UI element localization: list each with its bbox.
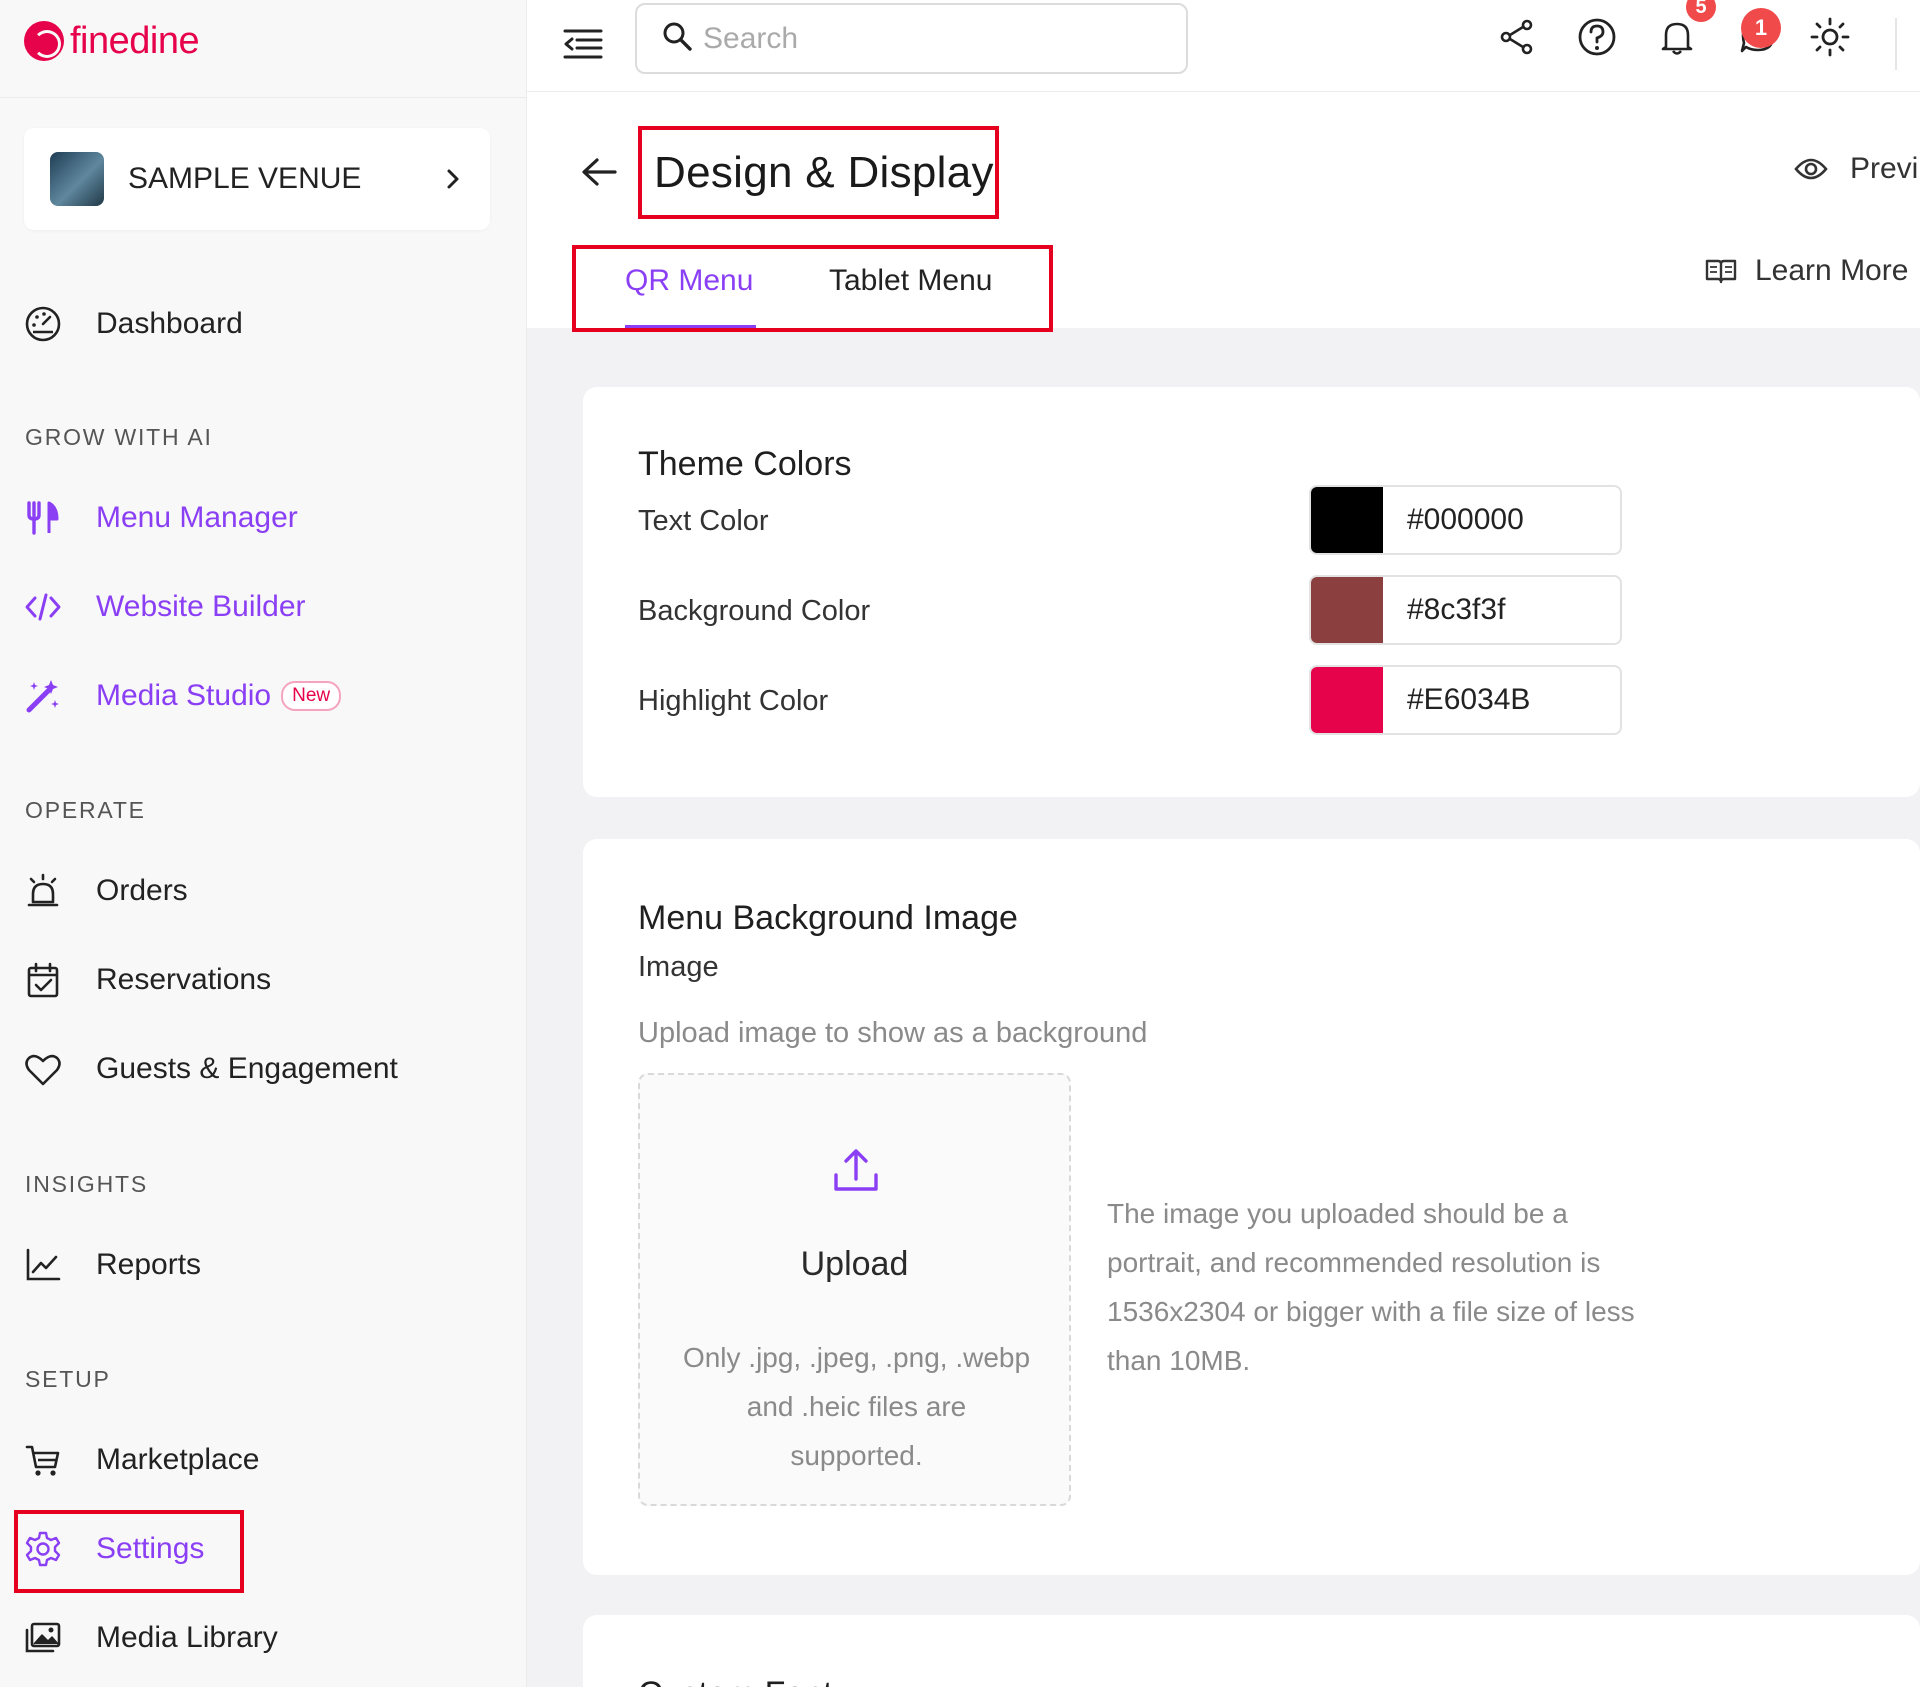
settings-highlight-box [14,1510,244,1593]
image-recommendation-text: The image you uploaded should be a portr… [1107,1198,1635,1376]
sidebar-item-label: Guests & Engagement [96,1052,398,1085]
top-bar: 5 1 [527,0,1920,92]
section-title-grow: GROW WITH AI [25,424,213,450]
images-icon [24,1619,62,1657]
background-color-field[interactable]: #8c3f3f [1309,575,1622,645]
code-icon [24,588,62,626]
learn-more-link[interactable]: Learn More [1705,254,1908,288]
share-icon[interactable] [1494,14,1540,60]
upload-label: Upload [800,1245,909,1283]
card-title: Theme Colors [638,445,852,483]
upload-dropzone[interactable]: Upload Only .jpg, .jpeg, .png, .webp and… [638,1073,1071,1506]
background-color-label: Background Color [638,595,871,627]
sidebar-item-label: Reservations [96,963,272,996]
card-title: Menu Background Image [638,899,1018,937]
sidebar-item-label: Dashboard [96,307,243,340]
preview-label: Previ [1850,152,1919,185]
text-color-label: Text Color [638,505,769,537]
sidebar-item-media-library[interactable]: Media Library [24,1613,278,1663]
text-color-field[interactable]: #000000 [1309,485,1622,555]
main-content: Design & Display Previ QR Menu Tablet Me… [527,92,1920,1687]
sidebar-item-label: Media Library [96,1621,278,1654]
sidebar-item-label: Media Studio [96,679,272,712]
sidebar-item-menu-manager[interactable]: Menu Manager [24,493,298,543]
sidebar-item-reports[interactable]: Reports [24,1240,201,1290]
finedine-logo-icon [24,21,64,61]
alarm-bell-icon [24,872,62,910]
image-field-label: Image [638,951,719,983]
color-swatch[interactable] [1311,487,1383,553]
calendar-check-icon [24,961,62,999]
back-arrow-icon[interactable] [579,152,619,192]
line-chart-icon [24,1246,62,1284]
page-title-highlight-box: Design & Display [638,126,999,219]
search-box[interactable] [635,3,1188,74]
theme-toggle-icon[interactable] [1807,14,1853,60]
sidebar-item-guests[interactable]: Guests & Engagement [24,1044,398,1094]
background-image-card: Menu Background Image Image Upload image… [583,839,1920,1575]
dashboard-gauge-icon [24,305,62,343]
sidebar: finedine SAMPLE VENUE Dashboard GROW WIT… [0,0,527,1687]
sidebar-item-label: Reports [96,1248,202,1281]
sidebar-item-label: Website Builder [96,590,306,623]
sidebar-item-reservations[interactable]: Reservations [24,955,271,1005]
sidebar-item-orders[interactable]: Orders [24,866,188,916]
eye-icon [1794,157,1828,181]
venue-avatar [50,152,104,206]
color-swatch[interactable] [1311,577,1383,643]
venue-selector[interactable]: SAMPLE VENUE [24,128,490,230]
image-field-description: Upload image to show as a background [638,1017,1148,1049]
message-count-badge: 1 [1741,8,1781,48]
heart-icon [24,1050,62,1088]
menu-toggle-icon[interactable] [561,22,605,66]
brand-logo[interactable]: finedine [24,18,200,64]
color-value-input[interactable]: #8c3f3f [1383,577,1620,643]
learn-more-label: Learn More [1755,254,1909,287]
shopping-cart-icon [24,1441,62,1479]
preview-button[interactable]: Previ [1794,152,1918,186]
help-icon[interactable] [1574,14,1620,60]
section-title-insights: INSIGHTS [25,1171,149,1197]
sidebar-item-label: Marketplace [96,1443,260,1476]
section-title-operate: OPERATE [25,797,146,823]
section-title-setup: SETUP [25,1366,111,1392]
sidebar-item-marketplace[interactable]: Marketplace [24,1435,259,1485]
divider [0,97,527,98]
upload-file-types-hint: Only .jpg, .jpeg, .png, .webp and .heic … [682,1342,1031,1471]
page-title: Design & Display [654,147,994,197]
book-icon [1705,258,1737,284]
sidebar-item-website-builder[interactable]: Website Builder [24,582,306,632]
color-value-input[interactable]: #000000 [1383,487,1620,553]
sidebar-item-media-studio[interactable]: Media Studio New [24,671,342,721]
brand-name: finedine [70,19,200,62]
magic-wand-icon [24,677,62,715]
bell-icon[interactable] [1654,14,1700,60]
venue-name: SAMPLE VENUE [128,162,362,195]
new-badge: New [281,681,342,711]
chevron-right-icon [442,161,464,198]
color-value-input[interactable]: #E6034B [1383,667,1620,733]
search-icon [661,20,693,57]
highlight-color-label: Highlight Color [638,685,829,717]
card-title: Custom Font [638,1675,833,1687]
tabs-highlight-box [572,245,1053,332]
color-swatch[interactable] [1311,667,1383,733]
sidebar-item-dashboard[interactable]: Dashboard [24,299,243,349]
divider [1895,18,1897,70]
theme-colors-card: Theme Colors Text Color #000000 Backgrou… [583,387,1920,797]
sidebar-item-label: Orders [96,874,188,907]
search-input[interactable] [703,21,1143,56]
upload-icon [830,1145,882,1197]
page-header: Design & Display Previ QR Menu Tablet Me… [527,92,1920,332]
sidebar-item-label: Menu Manager [96,501,298,534]
custom-font-card: Custom Font [583,1615,1920,1687]
fork-knife-icon [24,499,62,537]
highlight-color-field[interactable]: #E6034B [1309,665,1622,735]
